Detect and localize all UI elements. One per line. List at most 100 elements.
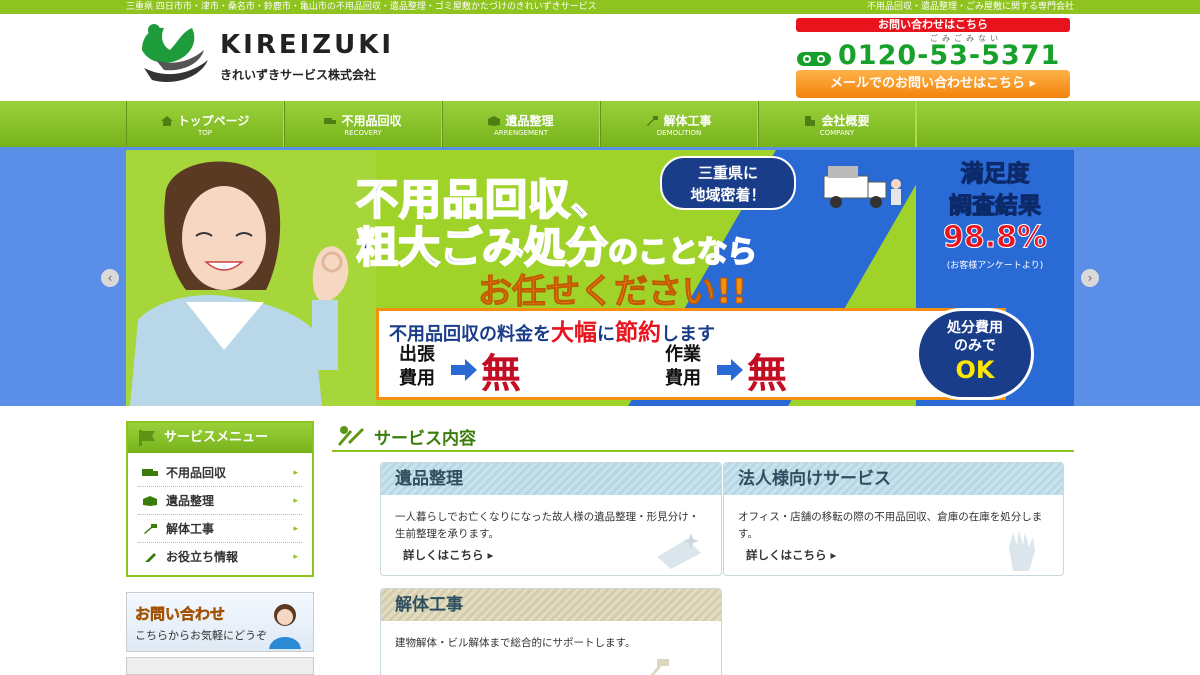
nav-item-top[interactable]: トップページ TOP xyxy=(126,101,284,147)
site-header: KIREIZUKI きれいずきサービス株式会社 お問い合わせはこちら ごみごみな… xyxy=(0,14,1200,101)
nav-label: 解体工事 xyxy=(663,114,712,128)
nav-label: 会社概要 xyxy=(821,114,870,128)
hammer-icon xyxy=(144,524,157,534)
nav-sub: COMPANY xyxy=(819,129,855,137)
logo-mark-icon[interactable] xyxy=(134,20,214,86)
contact-banner-sub: こちらからお気軽にどうぞ xyxy=(135,629,267,642)
card-more-link[interactable]: 詳しくはこちら ▸ xyxy=(746,547,836,563)
truck-icon xyxy=(142,469,158,476)
arrow-right-icon xyxy=(451,359,477,381)
chevron-right-icon: ▸ xyxy=(293,468,298,478)
box-icon xyxy=(488,116,501,126)
savings-pre: 不用品回収の料金を xyxy=(389,324,551,345)
satisfaction-note: (お客様アンケートより) xyxy=(946,261,1044,271)
contact-tag: お問い合わせはこちら xyxy=(796,18,1070,32)
sparkle-cleaning-icon xyxy=(657,533,701,569)
satisfaction-title-1: 満足度 xyxy=(960,161,1030,188)
savings-box: 不用品回収の料金を大幅に節約します 出張 費用 無料 作業 費用 無料 xyxy=(376,308,1006,400)
savings-headline: 不用品回収の料金を大幅に節約します xyxy=(389,313,715,347)
satisfaction-title: 満足度 調査結果 xyxy=(916,158,1074,222)
service-menu-title: サービスメニュー xyxy=(164,430,269,445)
side-item-tips[interactable]: お役立ち情報 ▸ xyxy=(138,543,302,571)
building-icon xyxy=(805,116,816,126)
nav-item-company[interactable]: 会社概要 COMPANY xyxy=(758,101,916,147)
contact-banner[interactable]: お問い合わせ こちらからお気軽にどうぞ xyxy=(126,592,314,652)
service-menu: サービスメニュー 不用品回収 ▸ 遺品整理 ▸ 解体工事 ▸ お役立ち情報 ▸ xyxy=(126,421,314,577)
hammer-watermark-icon xyxy=(650,659,669,675)
badge-line-1: 処分費用 xyxy=(947,320,1003,336)
hero-slide[interactable]: 不用品回収、 粗大ごみ処分のことなら お任せください!! 三重県に 地域密着！ … xyxy=(126,150,1074,406)
contact-banner-title: お問い合わせ xyxy=(135,605,226,624)
side-item-label: 遺品整理 xyxy=(166,494,215,508)
card-title: 遺品整理 xyxy=(381,463,721,495)
local-bubble-text: 三重県に 地域密着！ xyxy=(690,164,766,204)
card-more-link[interactable]: 詳しくはこちら ▸ xyxy=(403,547,493,563)
services-section-title: サービス内容 xyxy=(374,429,476,449)
nav-item-demolition[interactable]: 解体工事 DEMOLITION xyxy=(600,101,758,147)
service-card-corporate[interactable]: 法人様向けサービス オフィス・店舗の移転の際の不用品回収、倉庫の在庫を処分します… xyxy=(723,462,1064,576)
hammer-icon xyxy=(647,116,659,126)
hero-headline-3: お任せください!! xyxy=(477,272,748,313)
glove-icon xyxy=(1009,531,1035,571)
nav-spacer xyxy=(916,101,1074,147)
side-item-label: 不用品回収 xyxy=(166,466,227,480)
nav-item-recovery[interactable]: 不用品回収 RECOVERY xyxy=(284,101,442,147)
satisfaction-title-2: 調査結果 xyxy=(949,193,1042,220)
services-icon xyxy=(338,426,364,446)
chevron-right-icon: ▸ xyxy=(293,524,298,534)
badge-ok: OK xyxy=(955,356,995,384)
savings-mid: に xyxy=(597,324,615,345)
secondary-banner[interactable] xyxy=(126,657,314,675)
services-section-header: サービス内容 xyxy=(332,422,1074,452)
card-title: 法人様向けサービス xyxy=(724,463,1063,495)
service-card-arrangement[interactable]: 遺品整理 一人暮らしでお亡くなりになった故人様の遺品整理・形見分け・生前整理を承… xyxy=(380,462,722,576)
side-item-label: お役立ち情報 xyxy=(166,550,239,564)
free-label: 無料 xyxy=(747,351,789,397)
nav-sub: DEMOLITION xyxy=(656,129,702,137)
nav-sub: RECOVERY xyxy=(344,129,382,137)
top-strip-tagline: 不用品回収・遺品整理・ごみ屋敷に関する専門会社 xyxy=(866,2,1074,12)
truck-icon xyxy=(324,118,337,124)
side-item-demolition[interactable]: 解体工事 ▸ xyxy=(138,515,302,543)
badge-line-2: のみで xyxy=(954,338,996,354)
box-icon xyxy=(143,496,157,506)
pencil-icon xyxy=(145,553,156,562)
company-name: きれいずきサービス株式会社 xyxy=(220,68,377,82)
top-strip-areas: 三重県 四日市市・津市・桑名市・鈴鹿市・亀山市の不用品回収・遺品整理・ゴミ屋敷か… xyxy=(126,2,597,12)
nav-sub: TOP xyxy=(197,129,212,137)
service-menu-header: サービスメニュー xyxy=(128,423,312,453)
mail-contact-button[interactable]: メールでのお問い合わせはこちら ▸ xyxy=(796,70,1070,98)
service-card-demolition[interactable]: 解体工事 建物解体・ビル解体まで総合的にサポートします。 xyxy=(380,588,722,675)
nav-label: トップページ xyxy=(177,114,250,128)
nav-label: 遺品整理 xyxy=(505,114,554,128)
phone-number[interactable]: 0120-53-5371 xyxy=(838,40,1060,71)
side-item-arrangement[interactable]: 遺品整理 ▸ xyxy=(138,487,302,515)
work-fee-label: 作業 費用 xyxy=(665,344,701,389)
side-item-recovery[interactable]: 不用品回収 ▸ xyxy=(138,459,302,487)
local-bubble: 三重県に 地域密着！ xyxy=(660,156,796,210)
chevron-right-icon: ▸ xyxy=(293,552,298,562)
logo-title[interactable]: KIREIZUKI xyxy=(220,30,394,60)
global-nav: トップページ TOP 不用品回収 RECOVERY 遺品整理 ARRENGEME… xyxy=(0,101,1200,147)
arrow-right-icon xyxy=(717,359,743,381)
savings-post: します xyxy=(661,324,715,345)
woman-ok-gesture-image xyxy=(126,150,376,406)
operator-photo-icon xyxy=(269,604,301,649)
freedial-icon xyxy=(797,50,831,68)
hero-slider: ‹ › 不用品回収、 粗大ごみ処分のことなら お任せください!! 三重県に 地域… xyxy=(0,147,1200,406)
menu-flag-icon xyxy=(139,430,155,446)
chevron-right-icon: ▸ xyxy=(293,496,298,506)
nav-item-arrangement[interactable]: 遺品整理 ARRENGEMENT xyxy=(442,101,600,147)
home-icon xyxy=(160,116,173,126)
top-strip: 三重県 四日市市・津市・桑名市・鈴鹿市・亀山市の不用品回収・遺品整理・ゴミ屋敷か… xyxy=(0,0,1200,14)
card-body: 建物解体・ビル解体まで総合的にサポートします。 xyxy=(395,637,636,649)
slider-prev-button[interactable]: ‹ xyxy=(101,269,119,287)
disposal-only-badge: 処分費用 のみで OK xyxy=(916,308,1034,400)
savings-big-1: 大幅 xyxy=(551,320,597,346)
nav-label: 不用品回収 xyxy=(341,114,402,128)
travel-fee-label: 出張 費用 xyxy=(399,344,435,389)
free-label: 無料 xyxy=(481,351,523,397)
side-item-label: 解体工事 xyxy=(166,522,215,536)
slider-next-button[interactable]: › xyxy=(1081,269,1099,287)
card-title: 解体工事 xyxy=(381,589,721,621)
